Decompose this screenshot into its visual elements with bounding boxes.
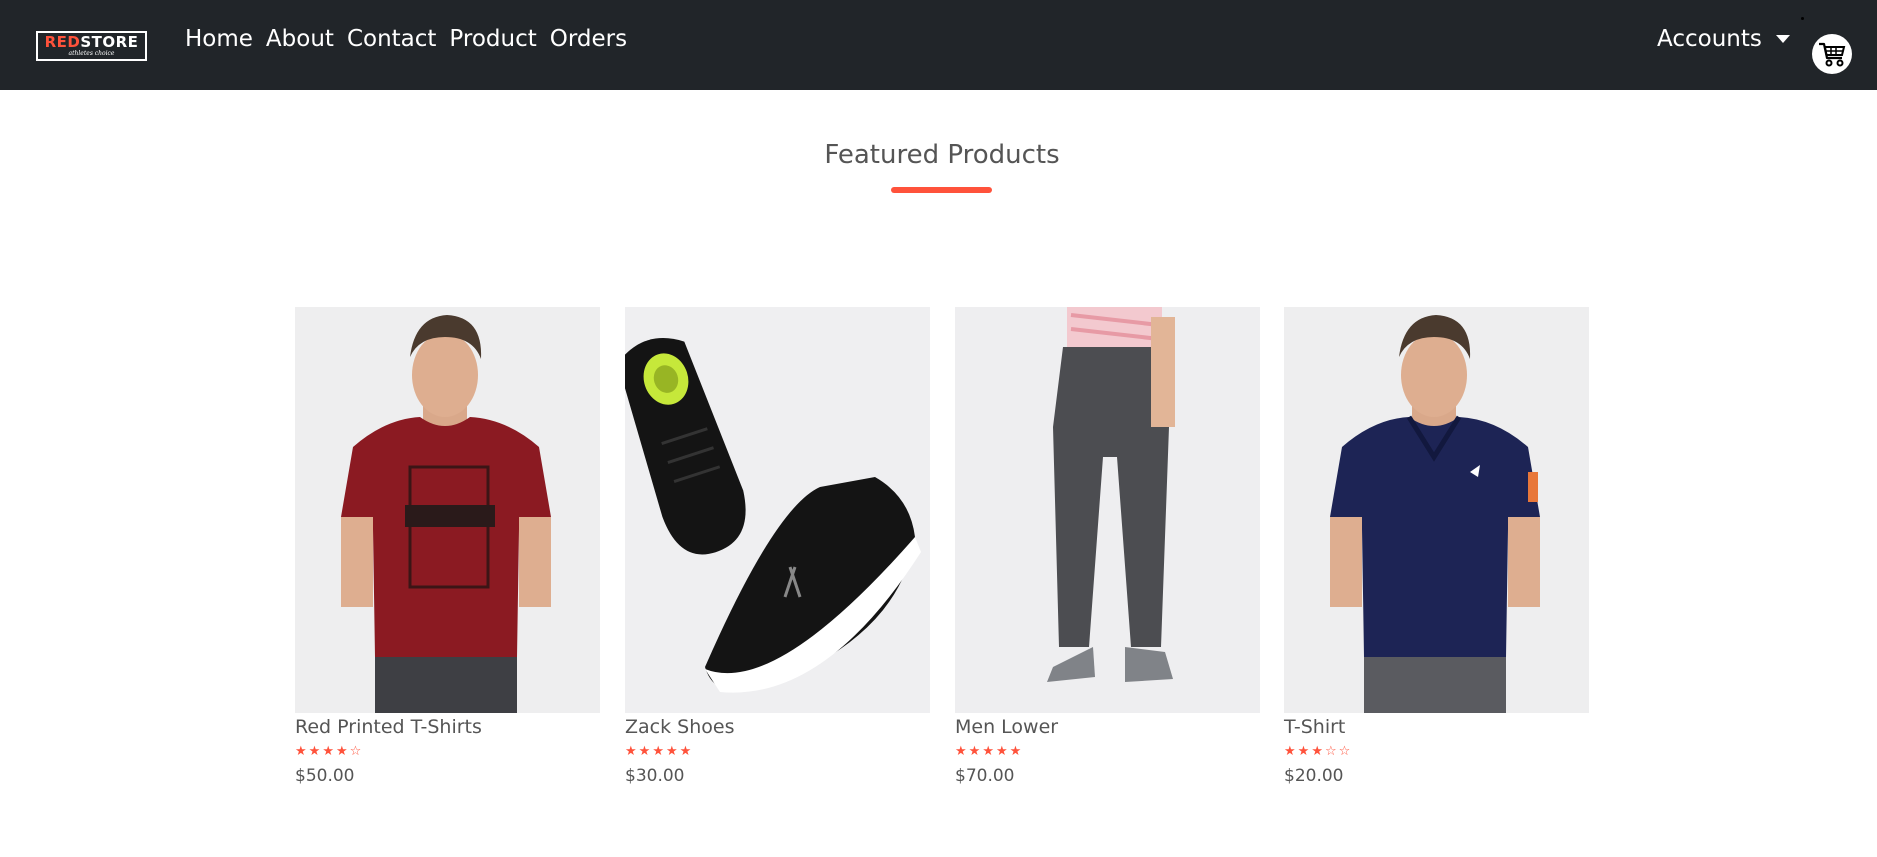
caret-down-icon [1775, 35, 1790, 43]
product-rating: ★★★★★ [955, 745, 1260, 758]
star-icon: ★ [308, 744, 323, 759]
product-price: $70.00 [955, 766, 1015, 786]
nav-link-home[interactable]: Home [185, 26, 253, 52]
product-name[interactable]: Zack Shoes [625, 716, 930, 738]
product-image-shoes[interactable] [625, 307, 930, 713]
accounts-label: Accounts [1657, 26, 1762, 52]
star-icon: ★ [652, 744, 666, 759]
star-icon: ★ [335, 744, 350, 759]
product-image-red-tshirt[interactable] [295, 307, 600, 713]
product-image-navy-polo[interactable] [1284, 307, 1589, 713]
star-icon: ★ [1284, 744, 1298, 759]
logo-tagline: athletes choice [68, 50, 115, 57]
product-rating: ★★★★☆ [295, 745, 600, 758]
product-name[interactable]: T-Shirt [1284, 716, 1589, 738]
cart-button[interactable] [1812, 34, 1852, 74]
product-card[interactable]: T-Shirt ★★★☆☆ $20.00 [1284, 307, 1589, 786]
star-icon: ★ [1009, 744, 1024, 759]
star-icon: ★ [1311, 744, 1325, 759]
section-title: Featured Products [824, 140, 1060, 170]
product-price: $20.00 [1284, 766, 1344, 786]
star-outline-icon: ☆ [349, 744, 364, 759]
star-icon: ★ [995, 744, 1010, 759]
star-icon: ★ [295, 744, 309, 759]
star-icon: ★ [625, 744, 639, 759]
product-card[interactable]: Zack Shoes ★★★★★ $30.00 [625, 307, 930, 786]
star-icon: ★ [679, 744, 694, 759]
redstore-logo[interactable]: REDSTORE athletes choice [36, 31, 147, 61]
product-name[interactable]: Red Printed T-Shirts [295, 716, 600, 738]
star-icon: ★ [322, 744, 336, 759]
accounts-dropdown[interactable]: Accounts [1657, 26, 1790, 52]
nav-link-orders[interactable]: Orders [550, 26, 627, 52]
nav-link-product[interactable]: Product [449, 26, 536, 52]
star-icon: ★ [982, 744, 996, 759]
star-outline-icon: ☆ [1338, 744, 1353, 759]
star-icon: ★ [638, 744, 653, 759]
product-price: $50.00 [295, 766, 355, 786]
navbar: REDSTORE athletes choice Home About Cont… [0, 0, 1877, 90]
title-underline [891, 187, 992, 193]
star-icon: ★ [968, 744, 983, 759]
product-rating: ★★★★★ [625, 745, 930, 758]
nav-link-about[interactable]: About [266, 26, 334, 52]
star-icon: ★ [1297, 744, 1312, 759]
logo-wordmark: REDSTORE [44, 33, 139, 51]
decorative-dot [1801, 17, 1804, 20]
product-name[interactable]: Men Lower [955, 716, 1260, 738]
nav-links: Home About Contact Product Orders [185, 26, 627, 52]
star-icon: ★ [665, 744, 680, 759]
star-icon: ★ [955, 744, 969, 759]
product-rating: ★★★☆☆ [1284, 745, 1589, 758]
product-card[interactable]: Men Lower ★★★★★ $70.00 [955, 307, 1260, 786]
cart-icon [1819, 42, 1846, 67]
product-image-joggers[interactable] [955, 307, 1260, 713]
product-card[interactable]: Red Printed T-Shirts ★★★★☆ $50.00 [295, 307, 600, 786]
nav-link-contact[interactable]: Contact [347, 26, 436, 52]
product-price: $30.00 [625, 766, 685, 786]
star-outline-icon: ☆ [1324, 744, 1339, 759]
